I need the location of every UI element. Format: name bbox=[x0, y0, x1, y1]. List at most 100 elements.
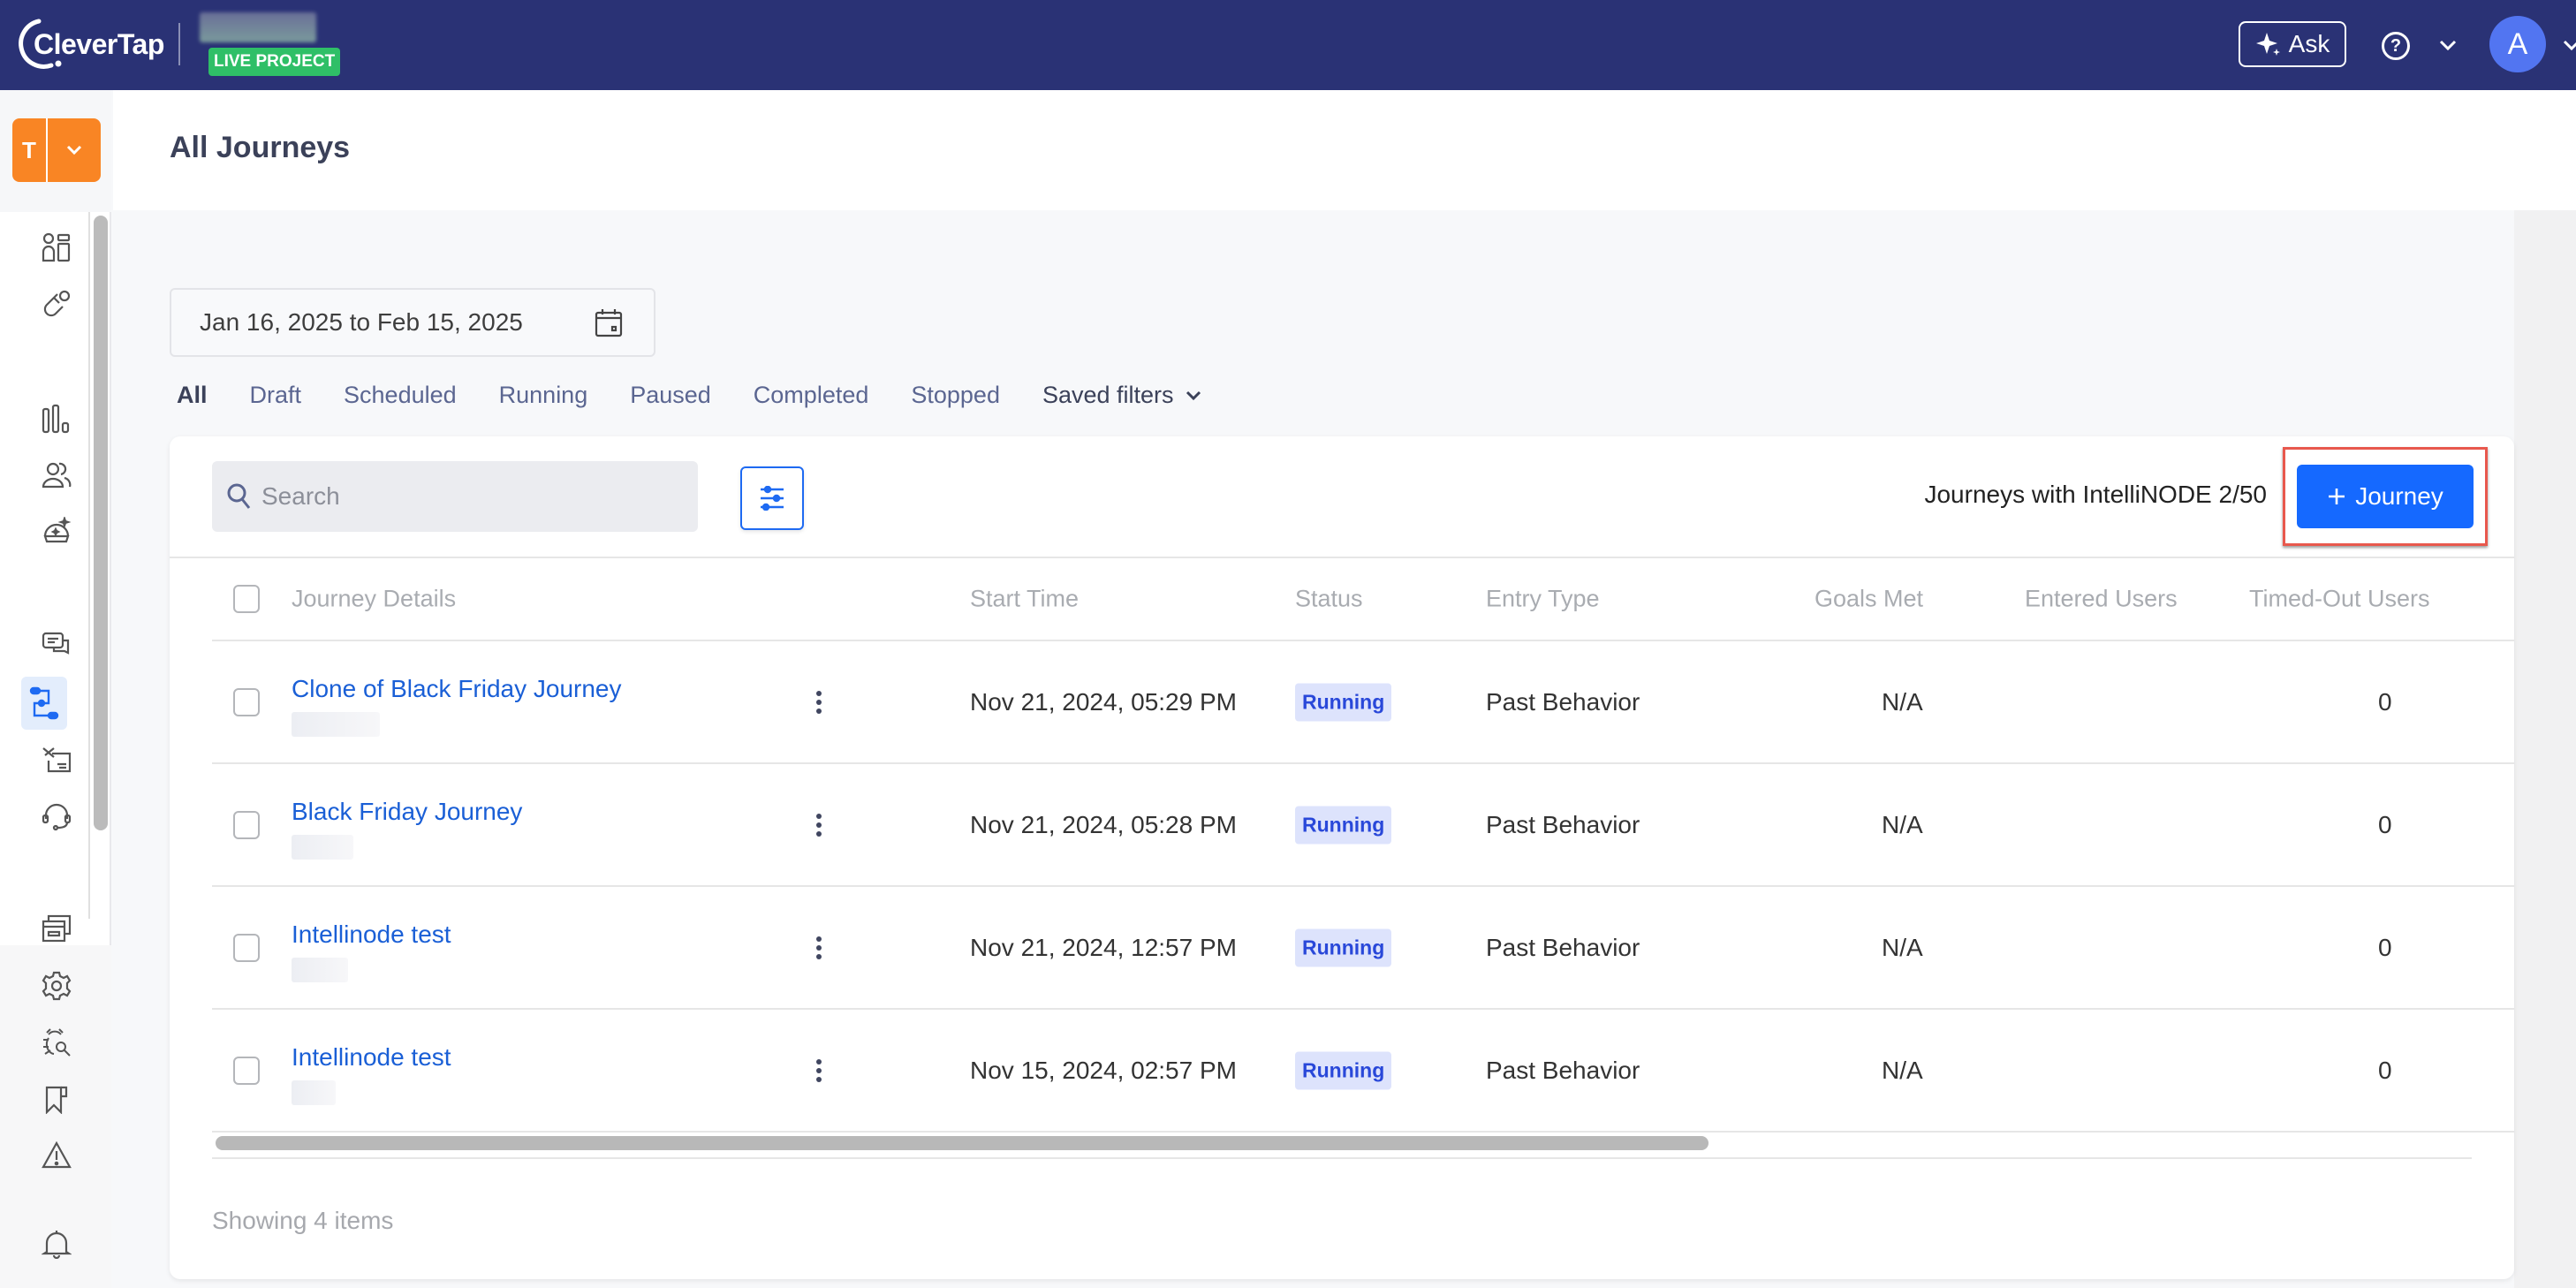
status-badge: Running bbox=[1295, 1051, 1392, 1089]
table-row[interactable]: Clone of Black Friday Journey Nov 21, 20… bbox=[212, 641, 2514, 764]
warning-icon[interactable] bbox=[39, 1138, 74, 1173]
col-status[interactable]: Status bbox=[1295, 586, 1363, 613]
table-row[interactable]: Black Friday Journey Nov 21, 2024, 05:28… bbox=[212, 764, 2514, 887]
saved-filters-dropdown[interactable]: Saved filters bbox=[1042, 382, 1202, 409]
row-checkbox[interactable] bbox=[233, 810, 260, 839]
journey-name-link[interactable]: Intellinode test bbox=[292, 1043, 451, 1072]
goals-met: N/A bbox=[1882, 810, 1923, 838]
status-tabs: All Draft Scheduled Running Paused Compl… bbox=[177, 382, 1202, 409]
timed-out-users: 0 bbox=[2378, 933, 2392, 961]
support-headset-icon[interactable] bbox=[39, 799, 74, 834]
row-checkbox[interactable] bbox=[233, 687, 260, 716]
bookmark-icon[interactable] bbox=[39, 1081, 74, 1117]
journey-subtitle-redacted bbox=[292, 712, 380, 737]
windows-icon[interactable] bbox=[39, 912, 74, 947]
search-icon bbox=[227, 483, 251, 509]
tab-scheduled[interactable]: Scheduled bbox=[344, 382, 457, 409]
header-divider bbox=[178, 23, 180, 65]
row-checkbox[interactable] bbox=[233, 1056, 260, 1085]
col-timed-out-users[interactable]: Timed-Out Users bbox=[2249, 586, 2430, 613]
chevron-down-icon bbox=[1186, 390, 1201, 400]
journey-name-link[interactable]: Intellinode test bbox=[292, 921, 451, 949]
start-time: Nov 21, 2024, 05:29 PM bbox=[970, 687, 1237, 716]
sidebar: T bbox=[0, 90, 111, 1288]
entry-type: Past Behavior bbox=[1486, 687, 1640, 716]
journey-name-link[interactable]: Clone of Black Friday Journey bbox=[292, 675, 622, 703]
journey-name-link[interactable]: Black Friday Journey bbox=[292, 798, 522, 826]
table-row[interactable]: Intellinode test Nov 21, 2024, 12:57 PM … bbox=[212, 887, 2514, 1010]
row-actions-kebab-icon[interactable] bbox=[816, 936, 822, 959]
logo-arc-icon bbox=[19, 19, 62, 69]
ai-bowl-icon[interactable] bbox=[39, 514, 74, 549]
search-field[interactable] bbox=[212, 461, 698, 532]
table-row[interactable]: Intellinode test Nov 15, 2024, 02:57 PM … bbox=[212, 1010, 2514, 1133]
calendar-icon bbox=[595, 309, 623, 337]
intellinode-usage-count: Journeys with IntelliNODE 2/50 bbox=[1924, 481, 2267, 508]
start-time: Nov 15, 2024, 02:57 PM bbox=[970, 1056, 1237, 1084]
journeys-table-card: Journeys with IntelliNODE 2/50 Journey J… bbox=[170, 436, 2514, 1279]
search-input[interactable] bbox=[261, 482, 686, 511]
row-checkbox[interactable] bbox=[233, 933, 260, 962]
col-goals-met[interactable]: Goals Met bbox=[1815, 586, 1923, 613]
dashboard-icon[interactable] bbox=[39, 230, 74, 265]
date-range-value: Jan 16, 2025 to Feb 15, 2025 bbox=[200, 308, 523, 336]
goals-met: N/A bbox=[1882, 687, 1923, 716]
tab-draft[interactable]: Draft bbox=[250, 382, 302, 409]
ask-label: Ask bbox=[2288, 30, 2330, 57]
ask-ai-button[interactable]: Ask bbox=[2239, 21, 2346, 67]
timed-out-users: 0 bbox=[2378, 810, 2392, 838]
row-actions-kebab-icon[interactable] bbox=[816, 1058, 822, 1082]
avatar-chevron-down-icon[interactable] bbox=[2558, 32, 2576, 58]
col-journey-details[interactable]: Journey Details bbox=[292, 586, 456, 613]
clevertap-logo[interactable]: CleverTap bbox=[12, 16, 164, 72]
col-entered-users[interactable]: Entered Users bbox=[2025, 586, 2178, 613]
add-journey-button[interactable]: Journey bbox=[2297, 465, 2474, 528]
select-all-checkbox[interactable] bbox=[233, 585, 260, 613]
add-journey-label: Journey bbox=[2355, 482, 2443, 510]
table-header: Journey Details Start Time Status Entry … bbox=[212, 558, 2514, 641]
workspace-area: T bbox=[0, 90, 111, 212]
items-count: Showing 4 items bbox=[212, 1207, 394, 1234]
help-chevron-down-icon[interactable] bbox=[2435, 32, 2461, 58]
campaign-icon[interactable] bbox=[39, 742, 74, 777]
magnet-icon[interactable] bbox=[39, 286, 74, 322]
workspace-switcher[interactable]: T bbox=[12, 118, 101, 182]
bug-search-icon[interactable] bbox=[39, 1025, 74, 1060]
tab-paused[interactable]: Paused bbox=[630, 382, 711, 409]
sparkle-icon bbox=[2255, 33, 2280, 56]
help-icon[interactable]: ? bbox=[2382, 32, 2410, 60]
entry-type: Past Behavior bbox=[1486, 933, 1640, 961]
live-project-badge: LIVE PROJECT bbox=[208, 48, 341, 76]
entry-type: Past Behavior bbox=[1486, 1056, 1640, 1084]
bell-icon[interactable] bbox=[39, 1226, 74, 1261]
journey-subtitle-redacted bbox=[292, 958, 348, 982]
tab-completed[interactable]: Completed bbox=[754, 382, 869, 409]
users-icon[interactable] bbox=[39, 458, 74, 493]
journeys-flow-icon[interactable] bbox=[21, 677, 67, 730]
start-time: Nov 21, 2024, 12:57 PM bbox=[970, 933, 1237, 961]
filter-settings-button[interactable] bbox=[740, 466, 804, 530]
settings-gear-icon[interactable] bbox=[39, 968, 74, 1004]
tab-all[interactable]: All bbox=[177, 382, 208, 409]
start-time: Nov 21, 2024, 05:28 PM bbox=[970, 810, 1237, 838]
analytics-bar-icon[interactable] bbox=[39, 401, 74, 436]
goals-met: N/A bbox=[1882, 1056, 1923, 1084]
tab-running[interactable]: Running bbox=[499, 382, 588, 409]
row-actions-kebab-icon[interactable] bbox=[816, 690, 822, 714]
page-right-gutter bbox=[2514, 210, 2576, 1288]
status-badge: Running bbox=[1295, 928, 1392, 966]
project-name-redacted[interactable] bbox=[200, 12, 316, 42]
date-range-picker[interactable]: Jan 16, 2025 to Feb 15, 2025 bbox=[170, 288, 655, 357]
goals-met: N/A bbox=[1882, 933, 1923, 961]
timed-out-users: 0 bbox=[2378, 687, 2392, 716]
col-entry-type[interactable]: Entry Type bbox=[1486, 586, 1600, 613]
horizontal-scrollbar[interactable] bbox=[216, 1136, 1708, 1150]
sidebar-scrollbar[interactable] bbox=[94, 216, 108, 830]
user-avatar[interactable]: A bbox=[2489, 16, 2546, 72]
col-start-time[interactable]: Start Time bbox=[970, 586, 1079, 613]
timed-out-users: 0 bbox=[2378, 1056, 2392, 1084]
messages-icon[interactable] bbox=[39, 627, 74, 663]
row-actions-kebab-icon[interactable] bbox=[816, 813, 822, 837]
journey-subtitle-redacted bbox=[292, 835, 353, 860]
tab-stopped[interactable]: Stopped bbox=[911, 382, 1000, 409]
